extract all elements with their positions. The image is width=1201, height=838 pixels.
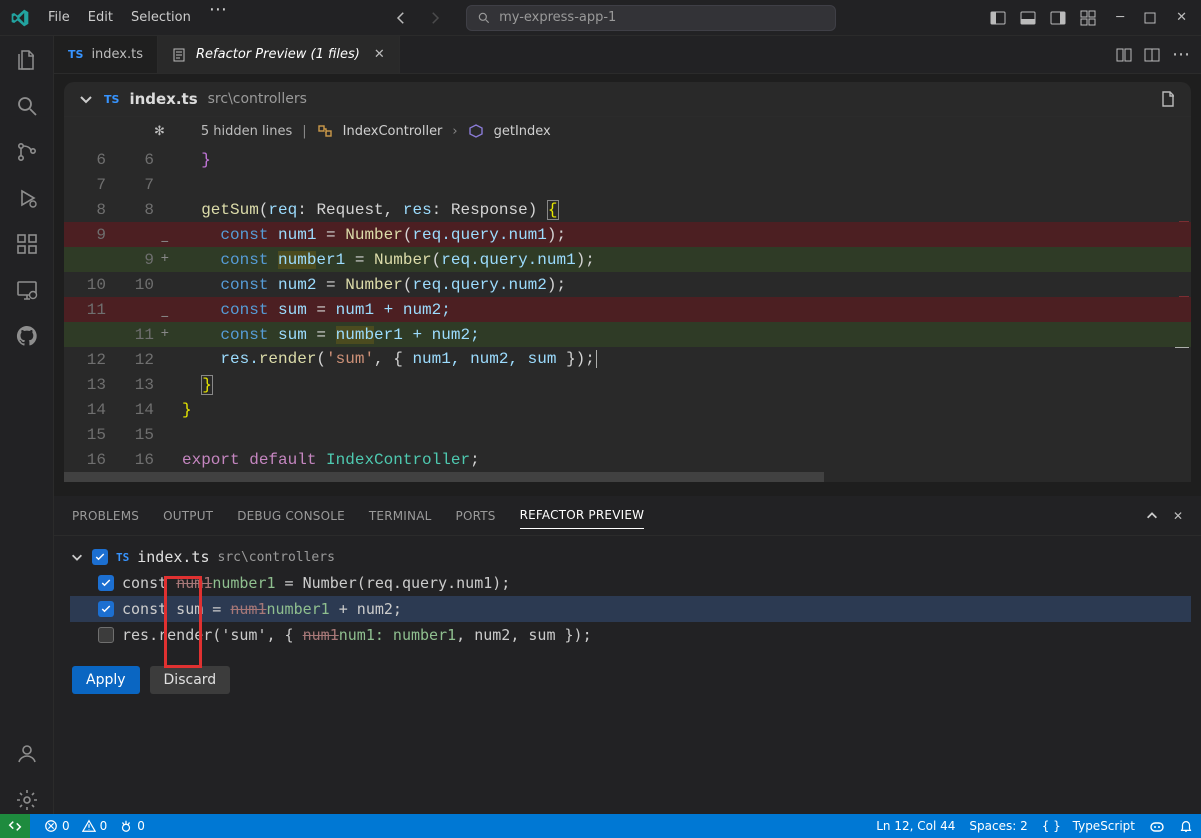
debug-icon[interactable] [13,184,41,212]
layout-right-icon[interactable] [1048,8,1068,28]
forward-arrow-icon[interactable] [422,7,448,29]
menu-more[interactable]: ⋯ [201,6,236,29]
layout-customize-icon[interactable] [1078,8,1098,28]
text-cursor [596,350,597,368]
tab-label: Refactor Preview (1 files) [196,47,360,62]
command-center-text: my-express-app-1 [499,10,616,25]
chevron-down-icon[interactable] [70,550,84,564]
menu-edit[interactable]: Edit [80,6,121,29]
tab-index-ts[interactable]: TS index.ts [54,36,158,73]
editor-breadcrumb: ✻ 5 hidden lines | IndexController › get… [64,117,1191,147]
status-ports[interactable]: 0 [119,819,145,833]
back-arrow-icon[interactable] [388,7,414,29]
typescript-file-icon: TS [68,48,83,61]
snowflake-icon: ✻ [154,124,165,139]
chevron-down-icon[interactable] [78,91,94,107]
status-cursor-pos[interactable]: Ln 12, Col 44 [876,819,955,833]
editor-filepath: src\controllers [208,91,307,107]
editor-file-header: TS index.ts src\controllers [64,82,1191,117]
class-icon [317,123,333,139]
checkbox-unchecked[interactable] [98,627,114,643]
search-icon [477,11,491,25]
split-editor-icon[interactable] [1144,47,1160,63]
compare-icon[interactable] [1116,47,1132,63]
menu-bar: File Edit Selection ⋯ [40,6,236,29]
refactor-change-2[interactable]: const sum = num1number1 + num2; [70,596,1191,622]
refactor-change-3[interactable]: res.render('sum', { num1num1: number1, n… [70,622,1191,648]
code-editor[interactable]: 66 } 77 88 getSum(req: Request, res: Res… [64,147,1191,472]
status-errors[interactable]: 0 [44,819,70,833]
remote-explorer-icon[interactable] [13,276,41,304]
checkbox-checked[interactable] [98,575,114,591]
breadcrumb-method[interactable]: getIndex [494,124,551,139]
hidden-lines-label[interactable]: 5 hidden lines [201,124,292,139]
bottom-panel: PROBLEMS OUTPUT DEBUG CONSOLE TERMINAL P… [54,496,1201,814]
nav-history [388,7,448,29]
panel-tab-problems[interactable]: PROBLEMS [72,503,139,529]
panel-tab-output[interactable]: OUTPUT [163,503,213,529]
extensions-icon[interactable] [13,230,41,258]
status-indentation[interactable]: Spaces: 2 [969,819,1027,833]
menu-selection[interactable]: Selection [123,6,199,29]
tab-label: index.ts [91,47,143,62]
close-tab-icon[interactable]: ✕ [374,47,385,62]
settings-gear-icon[interactable] [13,786,41,814]
github-icon[interactable] [13,322,41,350]
account-icon[interactable] [13,740,41,768]
breadcrumb-class[interactable]: IndexController [343,124,443,139]
search-activity-icon[interactable] [13,92,41,120]
status-language[interactable]: { } TypeScript [1042,819,1135,833]
refactor-file-label: index.ts [137,548,209,566]
activity-bar [0,36,54,814]
discard-button[interactable]: Discard [150,666,231,694]
close-window-icon[interactable]: ✕ [1168,10,1195,25]
layout-left-icon[interactable] [988,8,1008,28]
collapse-panel-icon[interactable] [1145,509,1159,523]
panel-tab-debug[interactable]: DEBUG CONSOLE [237,503,345,529]
refactor-change-1[interactable]: const num1number1 = Number(req.query.num… [70,570,1191,596]
method-icon [468,123,484,139]
close-panel-icon[interactable]: ✕ [1173,509,1183,523]
refactor-file-path: src\controllers [218,550,335,565]
title-bar: File Edit Selection ⋯ my-express-app-1 ─… [0,0,1201,36]
panel-tabs: PROBLEMS OUTPUT DEBUG CONSOLE TERMINAL P… [54,496,1201,536]
open-file-icon[interactable] [1159,90,1177,108]
panel-tab-refactor[interactable]: REFACTOR PREVIEW [520,502,645,529]
refactor-preview-list: TS index.ts src\controllers const num1nu… [54,536,1201,656]
typescript-file-icon: TS [104,93,119,106]
vscode-logo-icon [6,8,34,28]
editor-filename: index.ts [129,90,197,108]
status-bell-icon[interactable] [1179,819,1193,833]
remote-indicator[interactable] [0,814,30,838]
horizontal-scrollbar[interactable] [64,472,1191,482]
layout-bottom-icon[interactable] [1018,8,1038,28]
panel-tab-ports[interactable]: PORTS [456,503,496,529]
apply-button[interactable]: Apply [72,666,140,694]
checkbox-checked[interactable] [98,601,114,617]
typescript-file-icon: TS [116,551,129,564]
titlebar-right: ─ ✕ [988,8,1195,28]
menu-file[interactable]: File [40,6,78,29]
refactor-file-row[interactable]: TS index.ts src\controllers [70,544,1191,570]
status-bar: 0 0 0 Ln 12, Col 44 Spaces: 2 { } TypeSc… [0,814,1201,838]
status-warnings[interactable]: 0 [82,819,108,833]
panel-tab-terminal[interactable]: TERMINAL [369,503,432,529]
editor-tabs: TS index.ts Refactor Preview (1 files) ✕… [54,36,1201,74]
command-center[interactable]: my-express-app-1 [466,5,836,31]
explorer-icon[interactable] [13,46,41,74]
maximize-icon[interactable] [1142,10,1158,26]
chevron-right-icon: › [452,124,457,139]
status-copilot-icon[interactable] [1149,818,1165,834]
preview-file-icon [172,47,188,63]
checkbox-checked[interactable] [92,549,108,565]
source-control-icon[interactable] [13,138,41,166]
minimize-icon[interactable]: ─ [1108,10,1132,25]
tab-refactor-preview[interactable]: Refactor Preview (1 files) ✕ [158,36,400,73]
